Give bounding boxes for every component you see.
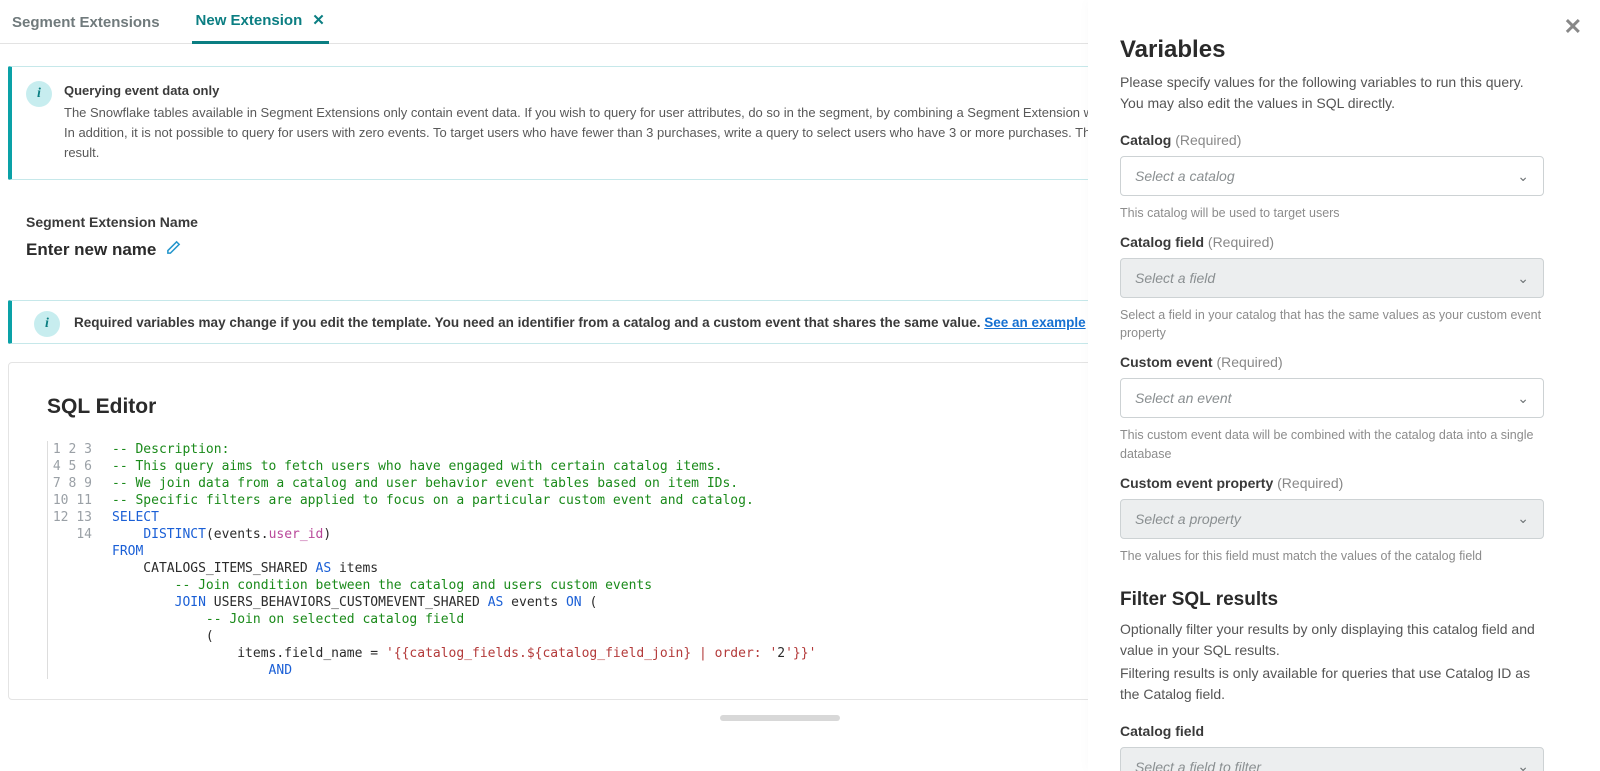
see-example-link[interactable]: See an example xyxy=(984,315,1085,330)
close-tab-icon[interactable]: ✕ xyxy=(312,11,325,29)
catalog-field-select[interactable]: Select a field ⌄ xyxy=(1120,258,1544,298)
custom-event-property-select[interactable]: Select a property ⌄ xyxy=(1120,499,1544,539)
variables-sidebar: ✕ Variables Please specify values for th… xyxy=(1088,0,1600,771)
placeholder: Select a field xyxy=(1135,270,1215,286)
info-icon: i xyxy=(34,311,60,337)
chevron-down-icon: ⌄ xyxy=(1517,510,1529,527)
field-catalog: Catalog (Required) Select a catalog ⌄ Th… xyxy=(1120,132,1544,222)
helper: This catalog will be used to target user… xyxy=(1120,204,1544,222)
tab-segment-extensions[interactable]: Segment Extensions xyxy=(8,14,164,43)
info-icon: i xyxy=(26,81,52,107)
label: Custom event property xyxy=(1120,475,1273,491)
helper: Select a field in your catalog that has … xyxy=(1120,306,1544,342)
placeholder: Select a catalog xyxy=(1135,168,1235,184)
label: Catalog xyxy=(1120,132,1171,148)
custom-event-select[interactable]: Select an event ⌄ xyxy=(1120,378,1544,418)
filter-desc-2: Filtering results is only available for … xyxy=(1120,663,1544,705)
required-tag: (Required) xyxy=(1175,132,1241,148)
tab-new-extension[interactable]: New Extension ✕ xyxy=(192,11,329,44)
label: Custom event xyxy=(1120,354,1213,370)
placeholder: Select a field to filter xyxy=(1135,759,1261,771)
chevron-down-icon: ⌄ xyxy=(1517,270,1529,287)
chevron-down-icon: ⌄ xyxy=(1517,758,1529,771)
field-custom-event: Custom event (Required) Select an event … xyxy=(1120,354,1544,462)
chevron-down-icon: ⌄ xyxy=(1517,168,1529,185)
edit-icon[interactable] xyxy=(166,240,181,260)
filter-title: Filter SQL results xyxy=(1120,589,1544,611)
label: Catalog field xyxy=(1120,234,1204,250)
info-text: Required variables may change if you edi… xyxy=(74,315,1086,330)
segment-name-value: Enter new name xyxy=(26,240,156,260)
line-gutter: 1 2 3 4 5 6 7 8 9 10 11 12 13 14 xyxy=(48,441,108,679)
placeholder: Select a property xyxy=(1135,511,1241,527)
field-catalog-field: Catalog field (Required) Select a field … xyxy=(1120,234,1544,342)
label: Catalog field xyxy=(1120,723,1204,739)
filter-desc-1: Optionally filter your results by only d… xyxy=(1120,619,1544,661)
catalog-select[interactable]: Select a catalog ⌄ xyxy=(1120,156,1544,196)
code-area[interactable]: -- Description: -- This query aims to fe… xyxy=(108,441,816,679)
required-tag: (Required) xyxy=(1277,475,1343,491)
tab-label: New Extension xyxy=(196,12,303,29)
required-tag: (Required) xyxy=(1216,354,1282,370)
tab-label: Segment Extensions xyxy=(12,14,160,31)
sidebar-title: Variables xyxy=(1120,36,1544,64)
field-filter-catalog-field: Catalog field Select a field to filter ⌄ xyxy=(1120,723,1544,771)
placeholder: Select an event xyxy=(1135,390,1232,406)
sidebar-desc: Please specify values for the following … xyxy=(1120,72,1544,114)
filter-catalog-field-select[interactable]: Select a field to filter ⌄ xyxy=(1120,747,1544,771)
chevron-down-icon: ⌄ xyxy=(1517,390,1529,407)
close-sidebar-icon[interactable]: ✕ xyxy=(1564,14,1582,40)
field-custom-event-property: Custom event property (Required) Select … xyxy=(1120,475,1544,565)
helper: The values for this field must match the… xyxy=(1120,547,1544,565)
drag-handle[interactable] xyxy=(720,715,840,721)
helper: This custom event data will be combined … xyxy=(1120,426,1544,462)
required-tag: (Required) xyxy=(1208,234,1274,250)
